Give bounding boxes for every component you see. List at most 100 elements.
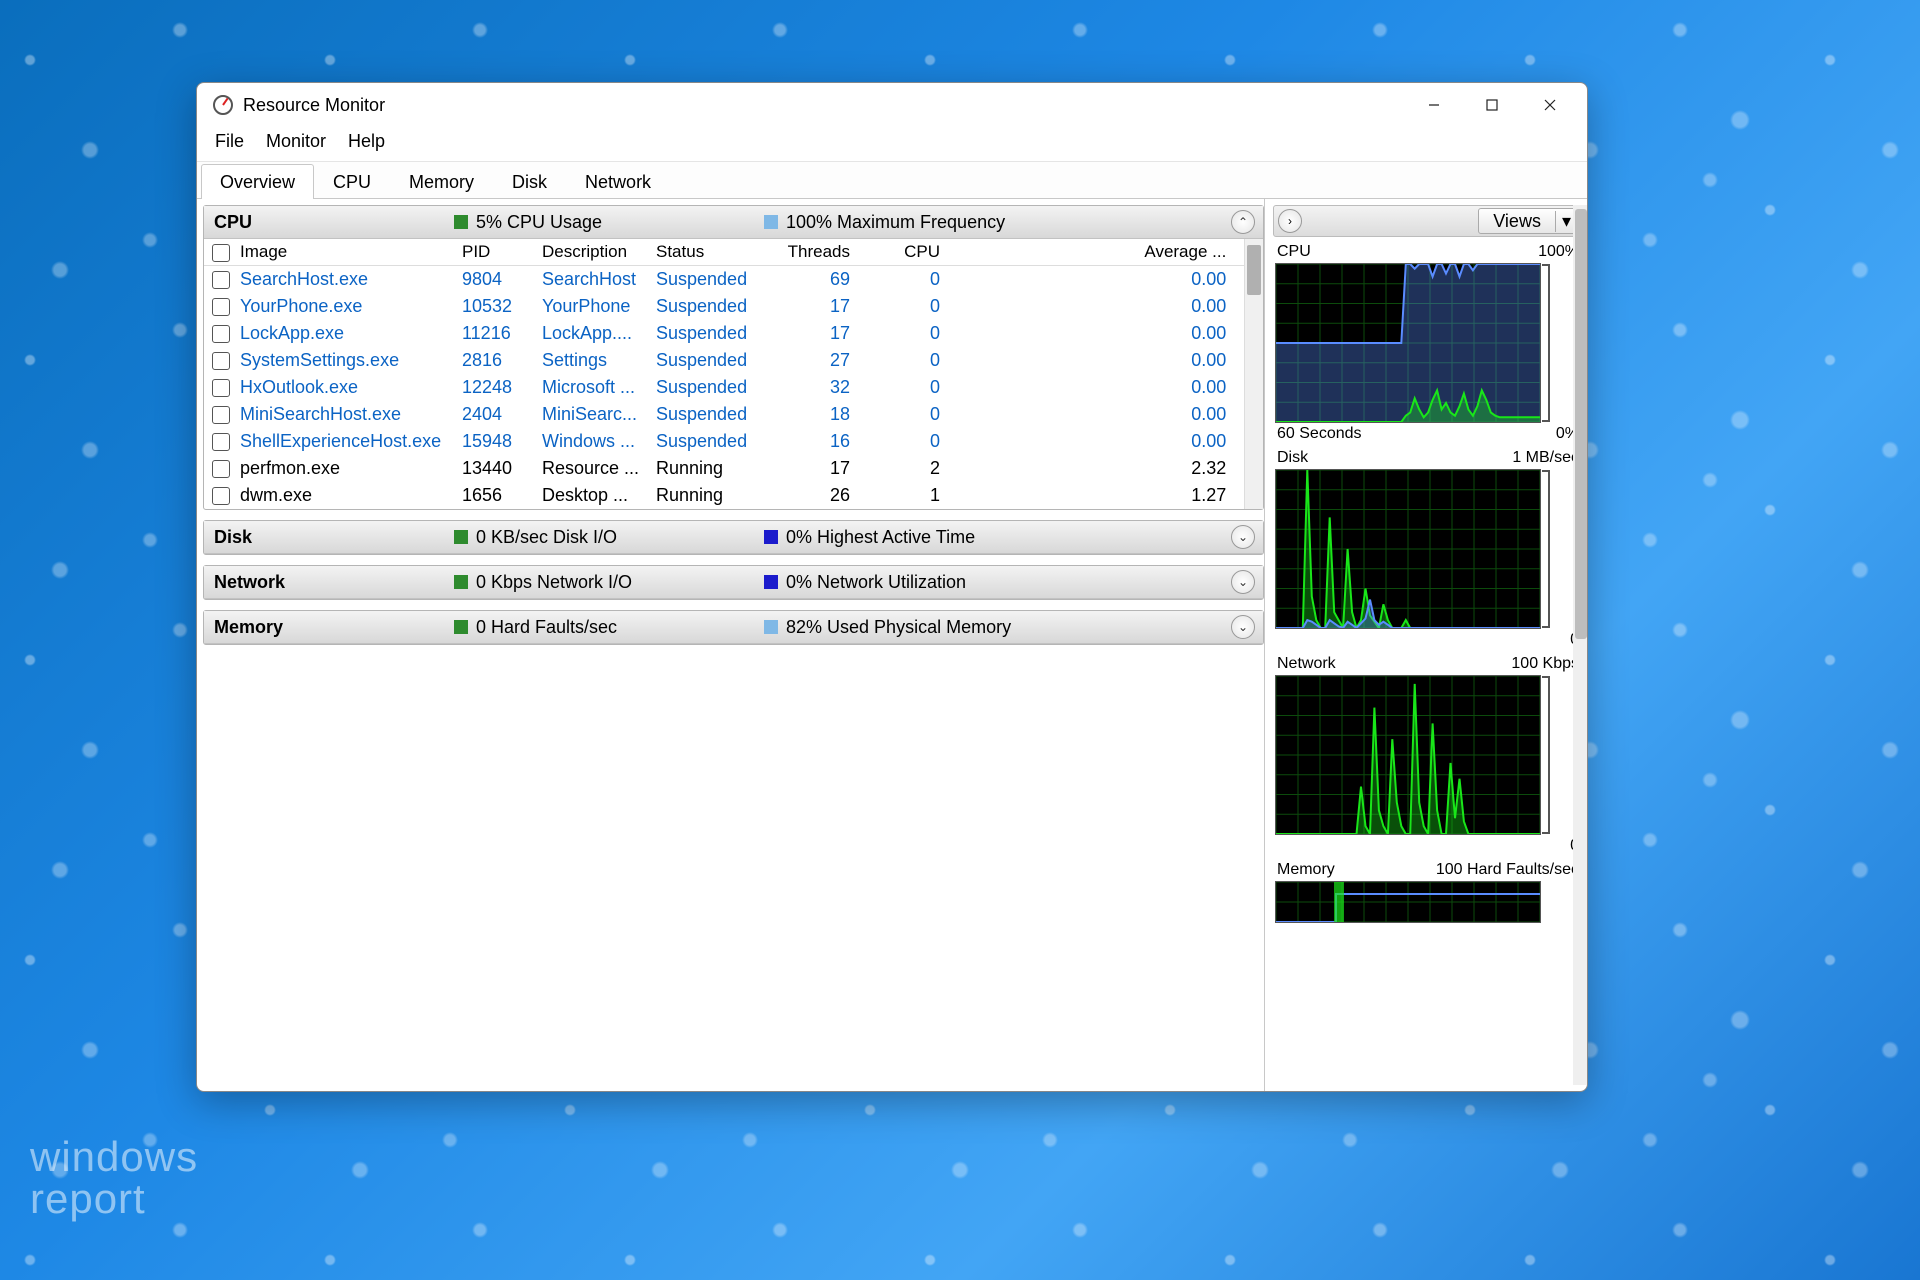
col-description[interactable]: Description xyxy=(534,239,648,266)
row-checkbox[interactable] xyxy=(212,406,230,424)
expand-button[interactable]: ⌄ xyxy=(1231,570,1255,594)
section-cpu-header[interactable]: CPU 5% CPU Usage 100% Maximum Frequency … xyxy=(204,206,1263,239)
memory-used-label: 82% Used Physical Memory xyxy=(786,617,1011,638)
views-label: Views xyxy=(1479,211,1555,232)
watermark: windows report xyxy=(30,1136,198,1220)
scrollbar-thumb[interactable] xyxy=(1575,209,1587,639)
cell-average: 1.27 xyxy=(958,482,1244,509)
table-row[interactable]: LockApp.exe11216LockApp....Suspended1700… xyxy=(204,320,1244,347)
col-image[interactable]: Image xyxy=(232,239,454,266)
table-row[interactable]: YourPhone.exe10532YourPhoneSuspended1700… xyxy=(204,293,1244,320)
cell-threads: 27 xyxy=(758,347,868,374)
section-disk-header[interactable]: Disk 0 KB/sec Disk I/O 0% Highest Active… xyxy=(204,521,1263,554)
cell-pid: 15948 xyxy=(454,428,534,455)
section-cpu: CPU 5% CPU Usage 100% Maximum Frequency … xyxy=(203,205,1264,510)
section-memory-header[interactable]: Memory 0 Hard Faults/sec 82% Used Physic… xyxy=(204,611,1263,644)
disk-active-label: 0% Highest Active Time xyxy=(786,527,975,548)
row-checkbox[interactable] xyxy=(212,460,230,478)
menu-monitor[interactable]: Monitor xyxy=(266,131,326,152)
cell-threads: 32 xyxy=(758,374,868,401)
cell-cpu: 1 xyxy=(868,482,958,509)
cell-cpu: 0 xyxy=(868,347,958,374)
titlebar[interactable]: Resource Monitor xyxy=(197,83,1587,127)
table-row[interactable]: SystemSettings.exe2816SettingsSuspended2… xyxy=(204,347,1244,374)
table-row[interactable]: SearchHost.exe9804SearchHostSuspended690… xyxy=(204,266,1244,294)
resource-monitor-window: Resource Monitor File Monitor Help Overv… xyxy=(196,82,1588,1092)
cell-pid: 1656 xyxy=(454,482,534,509)
table-row[interactable]: ShellExperienceHost.exe15948Windows ...S… xyxy=(204,428,1244,455)
scrollbar-thumb[interactable] xyxy=(1247,245,1261,295)
table-row[interactable]: MiniSearchHost.exe2404MiniSearc...Suspen… xyxy=(204,401,1244,428)
table-header-row[interactable]: Image PID Description Status Threads CPU… xyxy=(204,239,1244,266)
select-all-checkbox[interactable] xyxy=(212,244,230,262)
cell-pid: 13440 xyxy=(454,455,534,482)
cell-threads: 69 xyxy=(758,266,868,294)
cell-status: Suspended xyxy=(648,320,758,347)
maximize-button[interactable] xyxy=(1463,85,1521,125)
chevron-down-icon: ⌄ xyxy=(1238,530,1248,544)
col-pid[interactable]: PID xyxy=(454,239,534,266)
network-util-label: 0% Network Utilization xyxy=(786,572,966,593)
table-row[interactable]: HxOutlook.exe12248Microsoft ...Suspended… xyxy=(204,374,1244,401)
row-checkbox[interactable] xyxy=(212,487,230,505)
right-pane: › Views ▾ CPU100% 60 Seconds0% Disk1 MB/… xyxy=(1264,199,1587,1091)
cell-status: Suspended xyxy=(648,401,758,428)
right-pane-scrollbar[interactable] xyxy=(1573,205,1588,1085)
chart-canvas xyxy=(1275,675,1541,835)
views-button[interactable]: Views ▾ xyxy=(1478,208,1578,234)
cell-pid: 9804 xyxy=(454,266,534,294)
detach-button[interactable]: › xyxy=(1278,209,1302,233)
cell-pid: 10532 xyxy=(454,293,534,320)
tab-memory[interactable]: Memory xyxy=(390,164,493,199)
row-checkbox[interactable] xyxy=(212,325,230,343)
menu-file[interactable]: File xyxy=(215,131,244,152)
tab-overview[interactable]: Overview xyxy=(201,164,314,199)
chart-canvas xyxy=(1275,469,1541,629)
chevron-right-icon: › xyxy=(1288,214,1292,228)
window-title: Resource Monitor xyxy=(243,95,385,116)
row-checkbox[interactable] xyxy=(212,379,230,397)
app-icon xyxy=(213,95,233,115)
row-checkbox[interactable] xyxy=(212,298,230,316)
cell-cpu: 0 xyxy=(868,401,958,428)
cell-average: 0.00 xyxy=(958,374,1244,401)
cell-threads: 16 xyxy=(758,428,868,455)
close-button[interactable] xyxy=(1521,85,1579,125)
cell-pid: 2404 xyxy=(454,401,534,428)
cell-description: SearchHost xyxy=(534,266,648,294)
chart-title: Network xyxy=(1277,655,1336,673)
cell-description: YourPhone xyxy=(534,293,648,320)
menu-help[interactable]: Help xyxy=(348,131,385,152)
col-threads[interactable]: Threads xyxy=(758,239,868,266)
table-row[interactable]: perfmon.exe13440Resource ...Running1722.… xyxy=(204,455,1244,482)
cell-status: Running xyxy=(648,482,758,509)
expand-button[interactable]: ⌄ xyxy=(1231,525,1255,549)
section-network-header[interactable]: Network 0 Kbps Network I/O 0% Network Ut… xyxy=(204,566,1263,599)
row-checkbox[interactable] xyxy=(212,433,230,451)
cell-threads: 26 xyxy=(758,482,868,509)
collapse-button[interactable]: ⌃ xyxy=(1231,210,1255,234)
cpu-freq-label: 100% Maximum Frequency xyxy=(786,212,1005,233)
col-average[interactable]: Average ... xyxy=(958,239,1244,266)
expand-button[interactable]: ⌄ xyxy=(1231,615,1255,639)
col-status[interactable]: Status xyxy=(648,239,758,266)
table-scrollbar[interactable] xyxy=(1244,239,1263,509)
col-cpu[interactable]: CPU xyxy=(868,239,958,266)
cell-pid: 11216 xyxy=(454,320,534,347)
section-disk-title: Disk xyxy=(214,527,444,548)
cell-threads: 18 xyxy=(758,401,868,428)
chart-cpu: CPU100% 60 Seconds0% xyxy=(1273,243,1583,443)
cell-cpu: 0 xyxy=(868,428,958,455)
row-checkbox[interactable] xyxy=(212,352,230,370)
chart-title: CPU xyxy=(1277,243,1311,261)
table-row[interactable]: dwm.exe1656Desktop ...Running2611.27 xyxy=(204,482,1244,509)
cell-average: 0.00 xyxy=(958,266,1244,294)
tab-cpu[interactable]: CPU xyxy=(314,164,390,199)
tab-disk[interactable]: Disk xyxy=(493,164,566,199)
cell-status: Suspended xyxy=(648,347,758,374)
cell-average: 0.00 xyxy=(958,347,1244,374)
minimize-button[interactable] xyxy=(1405,85,1463,125)
row-checkbox[interactable] xyxy=(212,271,230,289)
tab-network[interactable]: Network xyxy=(566,164,670,199)
section-disk: Disk 0 KB/sec Disk I/O 0% Highest Active… xyxy=(203,520,1264,555)
